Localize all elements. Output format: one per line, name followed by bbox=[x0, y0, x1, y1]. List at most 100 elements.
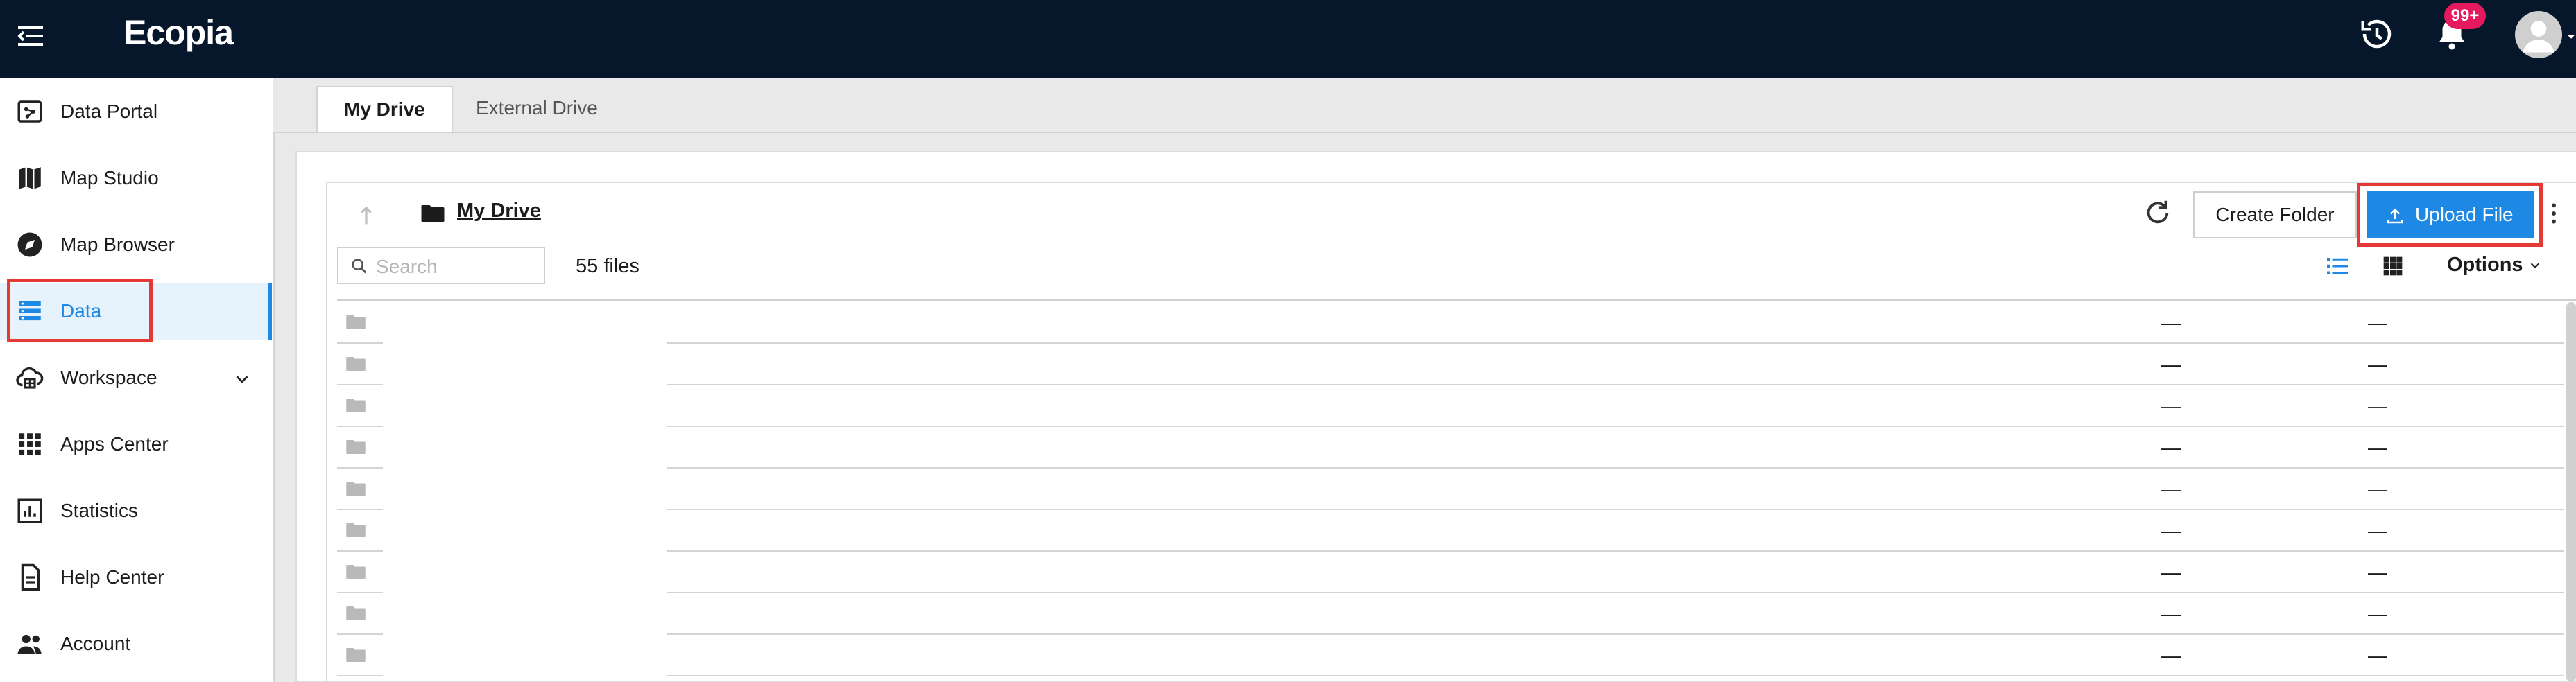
row-cell: — bbox=[2161, 645, 2181, 666]
notification-badge: 99+ bbox=[2444, 3, 2486, 29]
search-input[interactable] bbox=[375, 252, 541, 281]
list-view-icon bbox=[2327, 258, 2348, 274]
row-cell: — bbox=[2368, 312, 2387, 333]
document-icon bbox=[21, 563, 40, 591]
sidebar-item-label: Statistics bbox=[60, 500, 139, 521]
sidebar-item-label: Help Center bbox=[60, 566, 164, 588]
top-bar: Ecopia 99+ bbox=[0, 0, 2576, 78]
row-cell: — bbox=[2161, 395, 2181, 417]
row-cell: — bbox=[2161, 520, 2181, 541]
scrollbar[interactable] bbox=[2566, 302, 2576, 682]
drive-tabs: My Drive External Drive bbox=[273, 78, 2576, 133]
row-cell: — bbox=[2161, 437, 2181, 458]
menu-toggle-button[interactable] bbox=[14, 19, 47, 53]
user-icon bbox=[2523, 21, 2554, 53]
sidebar-item-label: Data bbox=[60, 300, 102, 322]
folder-icon bbox=[346, 399, 366, 412]
caret-down-icon[interactable] bbox=[2566, 32, 2576, 42]
history-icon bbox=[2361, 19, 2392, 49]
file-count: 55 files bbox=[576, 255, 639, 277]
upload-file-button[interactable]: Upload File bbox=[2367, 191, 2534, 238]
row-divider bbox=[337, 675, 383, 676]
menu-collapse-icon bbox=[17, 26, 43, 46]
sidebar-item-label: Account bbox=[60, 633, 131, 654]
table-row[interactable]: — — bbox=[337, 552, 2564, 593]
folder-icon bbox=[346, 440, 366, 454]
row-cell: — bbox=[2368, 395, 2387, 417]
table-row[interactable]: — — bbox=[337, 510, 2564, 552]
search-box bbox=[337, 247, 545, 284]
table-row[interactable]: — — bbox=[337, 427, 2564, 469]
sidebar-item-label: Map Studio bbox=[60, 167, 159, 189]
row-cell: — bbox=[2161, 561, 2181, 583]
sidebar-item-map-browser[interactable]: Map Browser bbox=[0, 216, 272, 273]
bar-chart-icon bbox=[17, 498, 42, 523]
sidebar-item-map-studio[interactable]: Map Studio bbox=[0, 150, 272, 207]
upload-icon bbox=[2387, 208, 2403, 224]
table-row[interactable]: — — bbox=[337, 344, 2564, 385]
map-icon bbox=[19, 167, 41, 189]
more-options-button[interactable] bbox=[2545, 200, 2562, 227]
sidebar-item-help-center[interactable]: Help Center bbox=[0, 549, 272, 606]
table-row[interactable]: — — bbox=[337, 385, 2564, 427]
row-cell: — bbox=[2368, 561, 2387, 583]
compass-icon bbox=[17, 232, 42, 257]
cloud-icon bbox=[16, 367, 44, 389]
tab-external-drive[interactable]: External Drive bbox=[449, 86, 624, 130]
people-icon bbox=[17, 634, 42, 654]
history-button[interactable] bbox=[2358, 15, 2396, 53]
sidebar-item-label: Data Portal bbox=[60, 100, 158, 122]
sidebar: Data Portal Map Studio Map Browser Data … bbox=[0, 78, 275, 682]
list-icon bbox=[19, 301, 41, 321]
apps-grid-icon bbox=[19, 433, 41, 455]
sidebar-item-apps-center[interactable]: Apps Center bbox=[0, 416, 272, 473]
options-dropdown[interactable]: Options bbox=[2447, 254, 2543, 277]
folder-icon bbox=[346, 523, 366, 537]
row-cell: — bbox=[2161, 478, 2181, 500]
app-logo[interactable]: Ecopia bbox=[123, 12, 234, 53]
up-folder-icon[interactable] bbox=[352, 201, 380, 229]
refresh-icon bbox=[2147, 200, 2169, 224]
table-row[interactable]: — — bbox=[337, 469, 2564, 510]
breadcrumb[interactable]: My Drive bbox=[457, 200, 541, 222]
upload-file-label: Upload File bbox=[2415, 204, 2514, 225]
chevron-down-icon[interactable] bbox=[232, 369, 252, 390]
row-cell: — bbox=[2368, 645, 2387, 666]
sidebar-item-data[interactable]: Data bbox=[0, 283, 272, 340]
table-row[interactable]: — — bbox=[337, 593, 2564, 635]
table-row[interactable]: — — bbox=[337, 635, 2564, 676]
more-vert-icon bbox=[2552, 203, 2556, 224]
row-cell: — bbox=[2161, 603, 2181, 624]
tab-my-drive[interactable]: My Drive bbox=[316, 86, 453, 132]
sidebar-item-workspace[interactable]: Workspace bbox=[0, 349, 272, 406]
folder-icon bbox=[346, 482, 366, 496]
list-divider bbox=[337, 299, 2576, 301]
table-row[interactable]: — — bbox=[337, 302, 2564, 344]
create-folder-button[interactable]: Create Folder bbox=[2193, 191, 2357, 238]
folder-icon bbox=[346, 648, 366, 662]
sidebar-item-label: Workspace bbox=[60, 367, 157, 388]
folder-icon bbox=[346, 315, 366, 329]
row-cell: — bbox=[2368, 353, 2387, 375]
row-divider bbox=[667, 675, 2564, 676]
data-portal-icon bbox=[17, 100, 42, 123]
row-cell: — bbox=[2161, 312, 2181, 333]
user-avatar[interactable] bbox=[2515, 11, 2562, 58]
sidebar-item-statistics[interactable]: Statistics bbox=[0, 482, 272, 539]
list-view-button[interactable] bbox=[2325, 254, 2350, 279]
folder-icon bbox=[346, 565, 366, 579]
row-cell: — bbox=[2368, 520, 2387, 541]
folder-icon bbox=[346, 606, 366, 620]
row-cell: — bbox=[2161, 353, 2181, 375]
refresh-button[interactable] bbox=[2142, 197, 2174, 229]
grid-view-icon bbox=[2383, 256, 2403, 276]
row-cell: — bbox=[2368, 437, 2387, 458]
search-icon bbox=[352, 259, 367, 274]
chevron-down-icon bbox=[2530, 263, 2539, 269]
sidebar-item-data-portal[interactable]: Data Portal bbox=[0, 83, 272, 140]
row-cell: — bbox=[2368, 478, 2387, 500]
grid-view-button[interactable] bbox=[2382, 255, 2404, 277]
folder-icon bbox=[346, 357, 366, 371]
sidebar-item-account[interactable]: Account bbox=[0, 615, 272, 672]
sidebar-item-label: Apps Center bbox=[60, 433, 169, 455]
